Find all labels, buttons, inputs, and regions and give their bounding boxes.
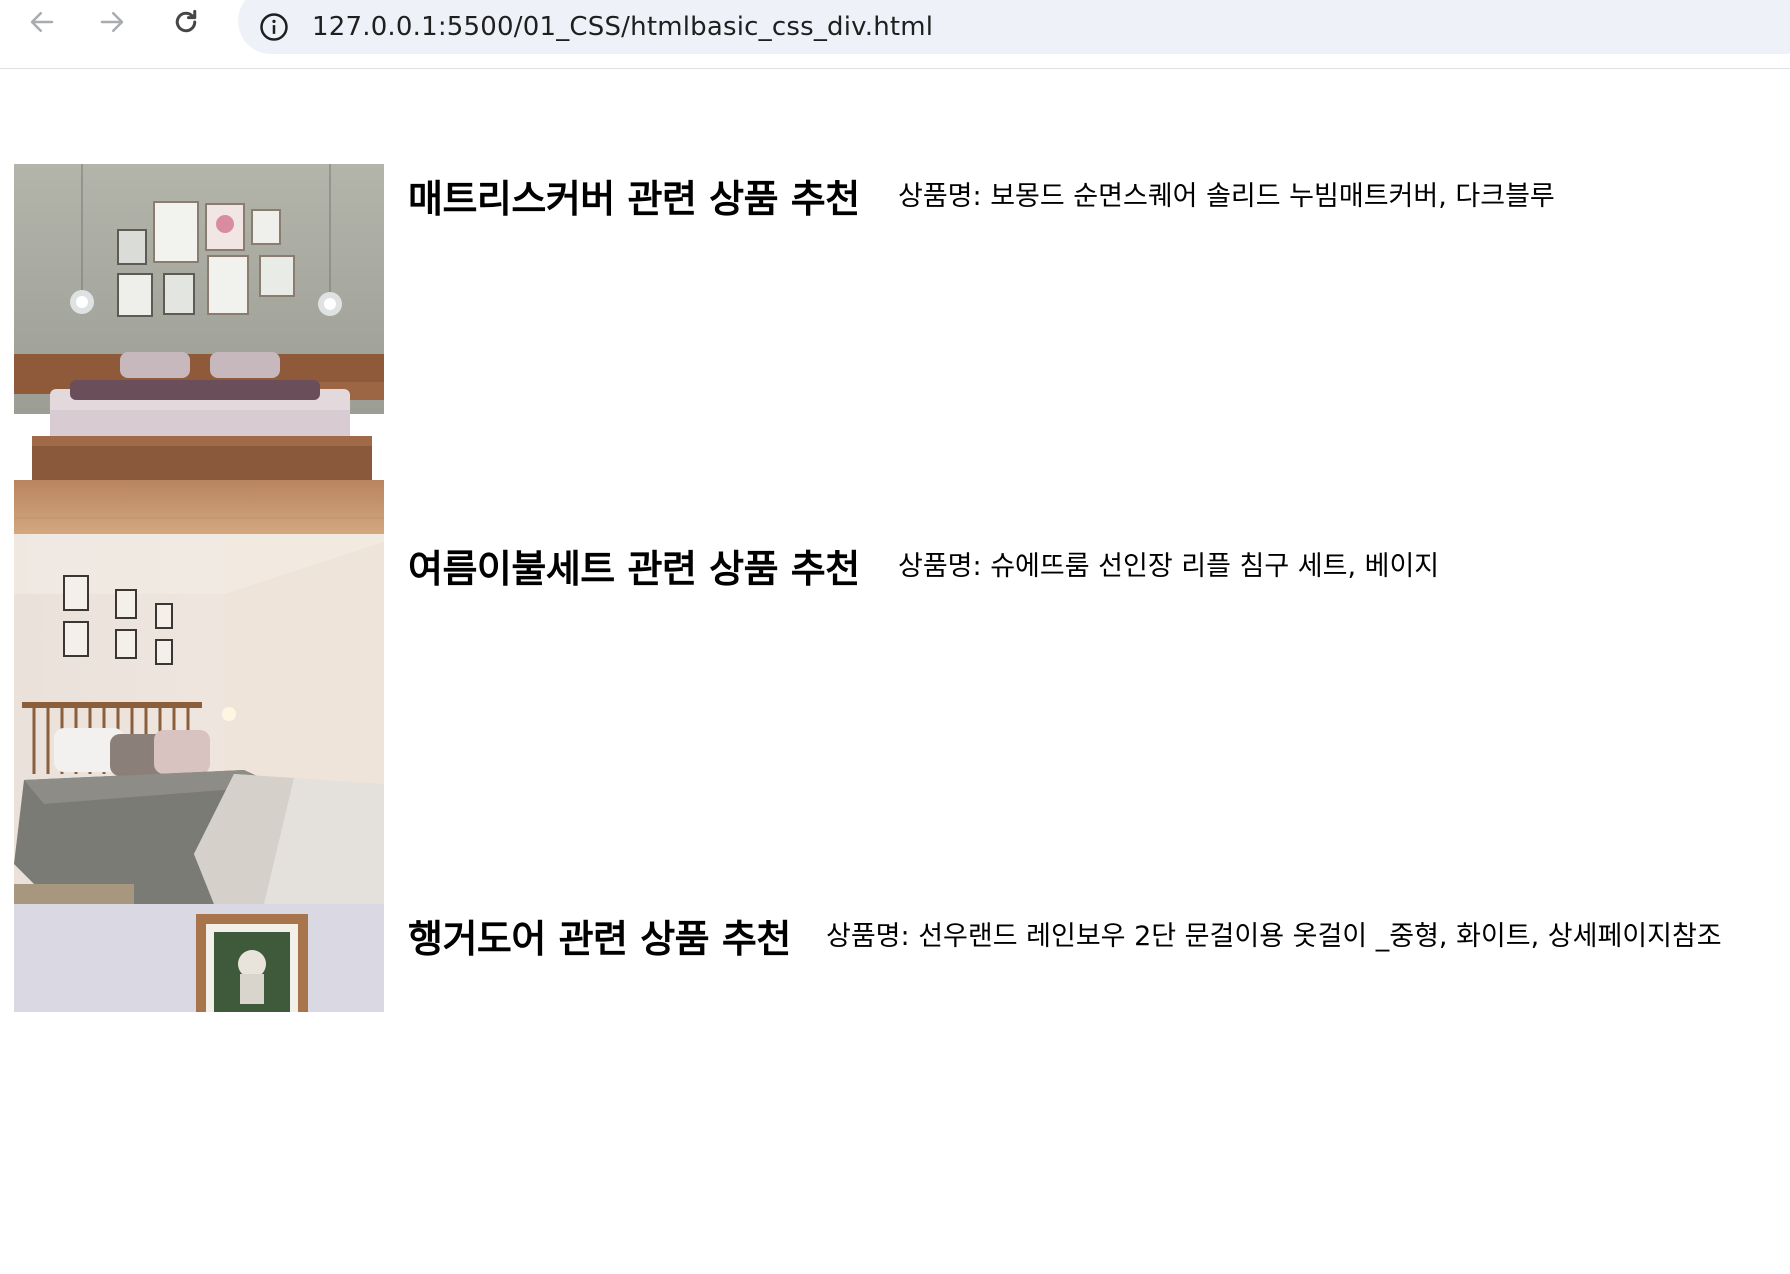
address-bar[interactable]: 127.0.0.1:5500/01_CSS/htmlbasic_css_div.… [238,0,1790,54]
product-image [14,164,384,534]
browser-toolbar: 127.0.0.1:5500/01_CSS/htmlbasic_css_div.… [0,0,1790,69]
reload-icon [175,9,197,33]
product-name: 상품명: 슈에뜨룸 선인장 리플 침구 세트, 베이지 [898,551,1440,582]
arrow-right-icon [100,12,124,32]
product-item: 행거도어 관련 상품 추천 상품명: 선우랜드 레인보우 2단 문걸이용 옷걸이… [14,904,1774,1274]
arrow-left-icon [30,12,54,32]
product-title: 매트리스커버 관련 상품 추천 [408,177,860,221]
bedroom-gray-bedding-photo [14,534,384,904]
product-item: 매트리스커버 관련 상품 추천 상품명: 보몽드 순면스퀘어 솔리드 누빔매트커… [14,164,1774,534]
forward-button[interactable] [92,2,132,42]
product-title: 행거도어 관련 상품 추천 [408,917,791,961]
product-name: 상품명: 보몽드 순면스퀘어 솔리드 누빔매트커버, 다크블루 [898,181,1555,212]
url-text[interactable]: 127.0.0.1:5500/01_CSS/htmlbasic_css_div.… [312,9,933,45]
product-title: 여름이불세트 관련 상품 추천 [408,547,860,591]
product-name: 상품명: 선우랜드 레인보우 2단 문걸이용 옷걸이 _중형, 화이트, 상세페… [826,921,1722,952]
product-image [14,534,384,904]
back-button[interactable] [22,2,62,42]
framed-picture-photo [14,904,384,1012]
reload-button[interactable] [166,2,206,42]
bedroom-wooden-bed-photo [14,164,384,534]
product-image [14,904,384,1012]
site-info-icon[interactable] [256,9,292,45]
product-item: 여름이불세트 관련 상품 추천 상품명: 슈에뜨룸 선인장 리플 침구 세트, … [14,534,1774,904]
